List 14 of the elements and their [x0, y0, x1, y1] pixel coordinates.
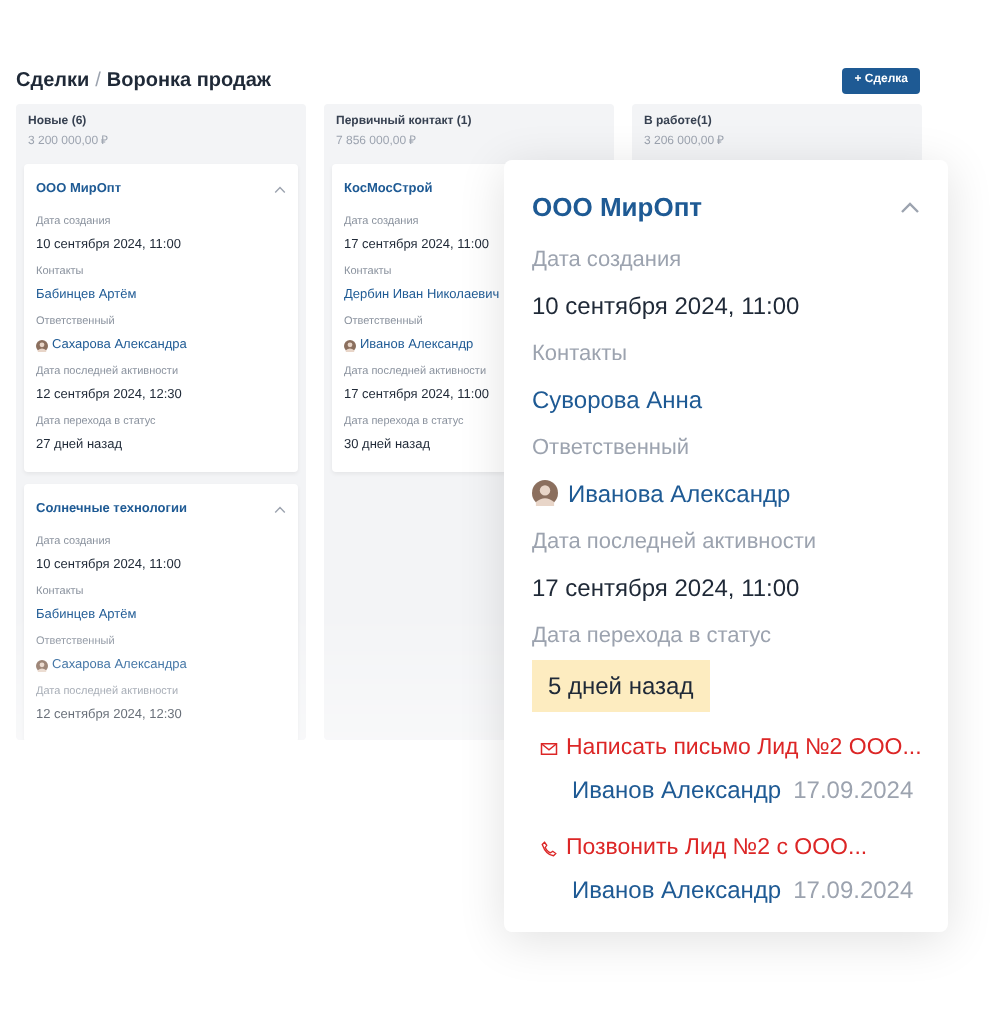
field-label: Дата последней активности [532, 527, 819, 555]
task-date: 17.09.2024 [793, 773, 914, 808]
status-badge: 5 дней назад [532, 659, 710, 711]
page-title: Воронка продаж [106, 67, 271, 95]
field-value[interactable]: Иванова Александр [568, 477, 791, 509]
assignee-link[interactable]: Иванов Александр [572, 771, 782, 808]
breadcrumb-separator: / [95, 67, 101, 95]
task-link[interactable]: Написать письмо Лид №2 ООО... [566, 731, 922, 766]
field-label: Дата перехода в статус [532, 621, 774, 649]
task-date: 17.09.2024 [793, 874, 914, 908]
assignee-link[interactable]: Иванов Александр [572, 872, 782, 908]
task-link[interactable]: Позвонить Лид №2 с ООО... [566, 831, 868, 866]
field-value: 17 сентября 2024, 11:00 [532, 571, 800, 603]
breadcrumb-link[interactable]: Сделки [16, 65, 90, 95]
